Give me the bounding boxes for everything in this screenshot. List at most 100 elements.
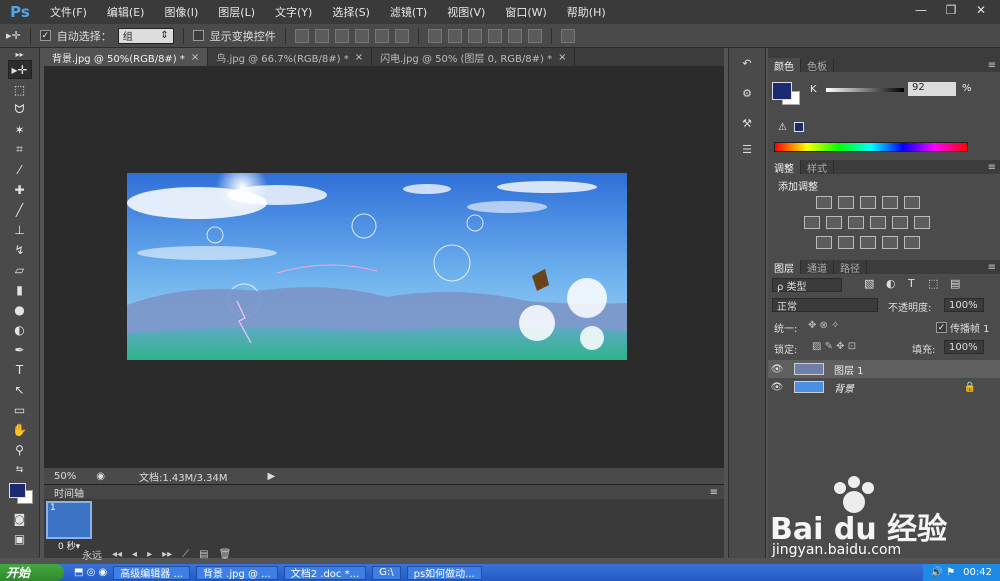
dodge-tool-icon[interactable]: ◐	[8, 320, 32, 339]
crop-tool-icon[interactable]: ⌗	[8, 140, 32, 159]
invert-icon[interactable]	[816, 236, 832, 249]
tab-bird[interactable]: 鸟.jpg @ 66.7%(RGB/8#) * ×	[208, 48, 373, 66]
eyedropper-tool-icon[interactable]: ⁄	[8, 160, 32, 179]
menu-image[interactable]: 图像(I)	[154, 4, 208, 20]
distribute-bottom-icon[interactable]	[467, 28, 482, 43]
marquee-tool-icon[interactable]: ⬚	[8, 80, 32, 99]
auto-align-icon[interactable]	[560, 28, 575, 43]
posterize-icon[interactable]	[838, 236, 854, 249]
screen-mode-icon[interactable]: ▣	[8, 529, 32, 548]
align-left-icon[interactable]	[354, 28, 369, 43]
collapse-arrows-icon[interactable]: ▸▸	[8, 49, 32, 59]
brightness-icon[interactable]	[816, 196, 832, 209]
hand-tool-icon[interactable]: ✋	[8, 420, 32, 439]
filter-type-icon[interactable]: T	[908, 277, 915, 290]
distribute-top-icon[interactable]	[427, 28, 442, 43]
brush-presets-icon[interactable]: ☰	[736, 140, 758, 158]
layer-row-background[interactable]: 👁 背景 🔒	[768, 378, 1000, 396]
unify-icons[interactable]: ✥ ⊗ ✧	[808, 320, 840, 331]
tab-styles[interactable]: 样式	[801, 160, 834, 175]
photo-filter-icon[interactable]	[870, 216, 886, 229]
taskbar-item-drive[interactable]: G:\	[372, 565, 401, 580]
distribute-left-icon[interactable]	[487, 28, 502, 43]
fill-input[interactable]: 100%	[944, 340, 984, 354]
healing-brush-tool-icon[interactable]: ✚	[8, 180, 32, 199]
type-tool-icon[interactable]: T	[8, 360, 32, 379]
align-top-icon[interactable]	[294, 28, 309, 43]
path-select-tool-icon[interactable]: ↖	[8, 380, 32, 399]
gradient-map-icon[interactable]	[904, 236, 920, 249]
vibrance-icon[interactable]	[904, 196, 920, 209]
color-balance-icon[interactable]	[826, 216, 842, 229]
opacity-input[interactable]: 100%	[944, 298, 984, 312]
selective-color-icon[interactable]	[882, 236, 898, 249]
menu-window[interactable]: 窗口(W)	[495, 4, 556, 20]
close-icon[interactable]: ×	[355, 52, 363, 63]
rectangle-tool-icon[interactable]: ▭	[8, 400, 32, 419]
animation-frame[interactable]: 1	[46, 501, 92, 539]
panel-menu-icon[interactable]: ≡	[710, 487, 718, 498]
swap-colors-icon[interactable]: ⇆	[8, 460, 32, 479]
blur-tool-icon[interactable]: ●	[8, 300, 32, 319]
document-image[interactable]	[127, 173, 627, 360]
layer-name[interactable]: 图层 1	[834, 362, 864, 377]
tab-swatches[interactable]: 色板	[801, 58, 834, 73]
move-tool-icon[interactable]: ▸✛	[7, 60, 32, 79]
status-menu-arrow-icon[interactable]: ▶	[268, 471, 276, 482]
tray-icons[interactable]: 🔊 ⚑	[931, 567, 956, 578]
taskbar-item-photoshop[interactable]: 背景 .jpg @ ...	[195, 565, 278, 580]
align-right-icon[interactable]	[394, 28, 409, 43]
canvas-area[interactable]	[44, 66, 724, 468]
gradient-tool-icon[interactable]: ▮	[8, 280, 32, 299]
distribute-vcenter-icon[interactable]	[447, 28, 462, 43]
transform-controls-checkbox[interactable]	[192, 30, 204, 41]
panel-menu-icon[interactable]: ≡	[988, 260, 996, 274]
layer-filter-dropdown[interactable]: ρ 类型	[772, 278, 842, 293]
start-button[interactable]: 开始	[0, 564, 64, 581]
menu-edit[interactable]: 编辑(E)	[97, 4, 155, 20]
loop-option[interactable]: 永远	[82, 547, 102, 562]
previous-frame-icon[interactable]: ◂	[132, 549, 137, 560]
brush-panel-icon[interactable]: ⚒	[736, 114, 758, 132]
tween-icon[interactable]: ⟋	[182, 549, 189, 560]
menu-filter[interactable]: 滤镜(T)	[380, 4, 437, 20]
foreground-color-swatch[interactable]	[772, 82, 792, 100]
first-frame-icon[interactable]: ◂◂	[112, 549, 122, 560]
delete-frame-icon[interactable]: 🗑	[219, 549, 232, 560]
play-icon[interactable]: ▸	[147, 549, 152, 560]
close-button[interactable]: ✕	[966, 0, 996, 20]
duplicate-frame-icon[interactable]: ▤	[199, 549, 208, 560]
align-bottom-icon[interactable]	[334, 28, 349, 43]
tab-paths[interactable]: 路径	[834, 260, 867, 275]
gamut-swatch[interactable]	[794, 122, 804, 132]
menu-type[interactable]: 文字(Y)	[265, 4, 322, 20]
layer-name[interactable]: 背景	[834, 380, 854, 395]
status-icon[interactable]: ◉	[96, 471, 105, 482]
exposure-icon[interactable]	[882, 196, 898, 209]
zoom-level[interactable]: 50%	[54, 471, 76, 482]
hue-saturation-icon[interactable]	[804, 216, 820, 229]
taskbar-item-editor[interactable]: 高级编辑器 ...	[113, 565, 190, 580]
foreground-color-swatch[interactable]	[9, 483, 26, 498]
next-frame-icon[interactable]: ▸▸	[162, 549, 172, 560]
quick-launch-icons[interactable]: ⬒ ◎ ◉	[74, 567, 107, 578]
auto-select-checkbox[interactable]: ✓	[39, 30, 51, 41]
eye-icon[interactable]: 👁	[768, 382, 786, 393]
k-value-input[interactable]: 92	[908, 82, 956, 96]
lasso-tool-icon[interactable]: ᗢ	[8, 100, 32, 119]
quick-mask-icon[interactable]: ◙	[8, 509, 32, 528]
eye-icon[interactable]: 👁	[768, 364, 786, 375]
align-hcenter-icon[interactable]	[374, 28, 389, 43]
history-panel-icon[interactable]: ↶	[736, 54, 758, 72]
blend-mode-dropdown[interactable]: 正常	[772, 298, 878, 313]
k-slider[interactable]	[826, 88, 904, 92]
propagate-checkbox[interactable]: ✓	[936, 322, 947, 333]
brush-tool-icon[interactable]: ╱	[8, 200, 32, 219]
tab-color[interactable]: 颜色	[768, 58, 801, 73]
tab-adjustments[interactable]: 调整	[768, 160, 801, 175]
taskbar-item-browser[interactable]: ps如何做动...	[406, 565, 482, 580]
levels-icon[interactable]	[838, 196, 854, 209]
zoom-tool-icon[interactable]: ⚲	[8, 440, 32, 459]
color-swatches[interactable]	[0, 480, 40, 508]
minimize-button[interactable]: —	[906, 0, 936, 20]
